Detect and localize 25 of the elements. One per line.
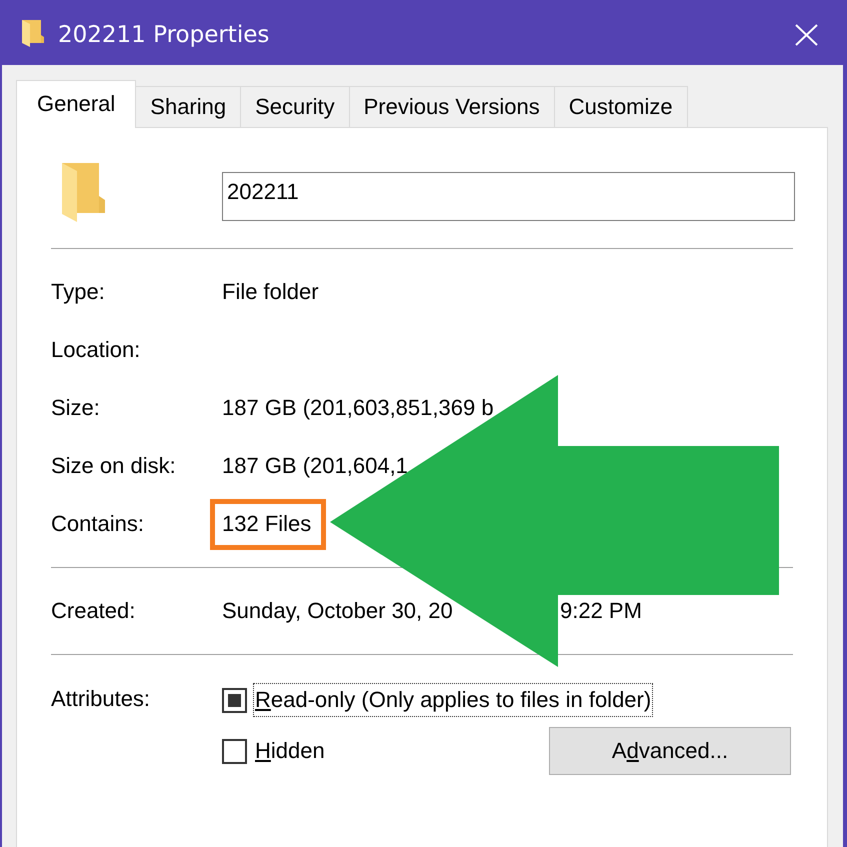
checkbox[interactable]	[222, 688, 247, 712]
field-label: Type:	[51, 279, 105, 305]
field-label: Created:	[51, 598, 136, 624]
checkbox-label[interactable]: Hidden	[253, 734, 327, 768]
tab[interactable]: General	[16, 80, 136, 128]
folder-icon	[62, 163, 105, 222]
folder-icon	[22, 20, 44, 47]
field-value: 187 GB (201,603,851,369 b	[222, 395, 494, 421]
checkbox-label[interactable]: Read-only (Only applies to files in folder)	[253, 683, 654, 717]
field-label: Size:	[51, 395, 100, 421]
field-value: File folder	[222, 279, 319, 305]
close-icon[interactable]	[795, 24, 818, 46]
created-time: 9:22 PM	[560, 598, 642, 624]
field-label: Attributes:	[51, 685, 152, 712]
field-label: Size on disk:	[51, 453, 176, 479]
window-title: 202211 Properties	[58, 22, 270, 48]
created-date: Sunday, October 30, 20	[222, 598, 453, 624]
field-label: Contains:	[51, 511, 144, 537]
field-label: Location:	[51, 337, 140, 363]
field-value: 132 Files	[222, 510, 312, 536]
tab[interactable]: Customize	[554, 86, 688, 127]
field-value: 187 GB (201,604,1	[222, 453, 408, 479]
name-field[interactable]: 202211	[222, 172, 795, 221]
checkbox[interactable]	[222, 738, 247, 764]
advanced-button[interactable]: Advanced...	[549, 727, 791, 775]
